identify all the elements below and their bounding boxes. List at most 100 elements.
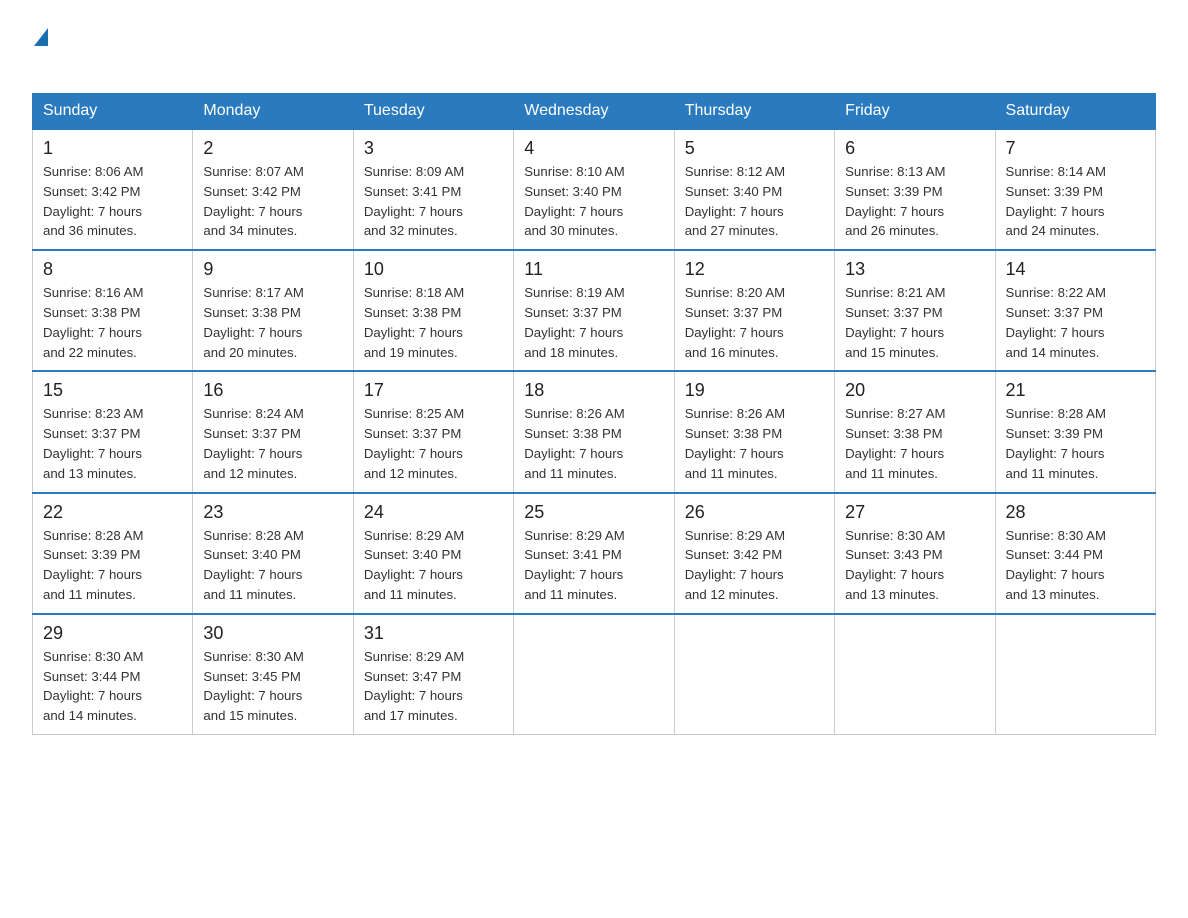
day-number: 12 [685, 259, 824, 280]
day-cell-27: 27 Sunrise: 8:30 AMSunset: 3:43 PMDayligh… [835, 493, 995, 614]
daylight-text-1: Daylight: 7 hours [364, 686, 503, 706]
sunrise-text: Sunrise: 8:12 AM [685, 162, 824, 182]
day-info: Sunrise: 8:23 AMSunset: 3:37 PMDaylight:… [43, 404, 182, 483]
col-header-wednesday: Wednesday [514, 94, 674, 130]
daylight-text-1: Daylight: 7 hours [364, 444, 503, 464]
day-number: 2 [203, 138, 342, 159]
daylight-text-1: Daylight: 7 hours [685, 565, 824, 585]
sunrise-text: Sunrise: 8:20 AM [685, 283, 824, 303]
daylight-text-1: Daylight: 7 hours [1006, 202, 1145, 222]
logo-triangle-icon [34, 28, 48, 51]
day-cell-16: 16Sunrise: 8:24 AMSunset: 3:37 PMDayligh… [193, 371, 353, 492]
day-info: Sunrise: 8:10 AMSunset: 3:40 PMDaylight:… [524, 162, 663, 241]
daylight-text-2: and 12 minutes. [203, 464, 342, 484]
day-number: 16 [203, 380, 342, 401]
day-number: 29 [43, 623, 182, 644]
day-cell-7: 7 Sunrise: 8:14 AMSunset: 3:39 PMDaylight… [995, 129, 1155, 250]
daylight-text-2: and 19 minutes. [364, 343, 503, 363]
day-cell-29: 29 Sunrise: 8:30 AMSunset: 3:44 PMDayligh… [33, 614, 193, 735]
day-cell-18: 18Sunrise: 8:26 AMSunset: 3:38 PMDayligh… [514, 371, 674, 492]
day-cell-19: 19Sunrise: 8:26 AMSunset: 3:38 PMDayligh… [674, 371, 834, 492]
day-cell-12: 12 Sunrise: 8:20 AMSunset: 3:37 PMDayligh… [674, 250, 834, 371]
sunrise-text: Sunrise: 8:07 AM [203, 162, 342, 182]
day-info: Sunrise: 8:30 AMSunset: 3:44 PMDaylight:… [43, 647, 182, 726]
sunset-text: Sunset: 3:42 PM [685, 545, 824, 565]
day-number: 8 [43, 259, 182, 280]
day-cell-31: 31Sunrise: 8:29 AMSunset: 3:47 PMDayligh… [353, 614, 513, 735]
day-info: Sunrise: 8:13 AMSunset: 3:39 PMDaylight:… [845, 162, 984, 241]
sunset-text: Sunset: 3:37 PM [685, 303, 824, 323]
sunset-text: Sunset: 3:39 PM [43, 545, 182, 565]
empty-cell [674, 614, 834, 735]
week-row-4: 22Sunrise: 8:28 AMSunset: 3:39 PMDayligh… [33, 493, 1156, 614]
daylight-text-1: Daylight: 7 hours [845, 444, 984, 464]
day-number: 10 [364, 259, 503, 280]
sunrise-text: Sunrise: 8:22 AM [1006, 283, 1145, 303]
day-number: 9 [203, 259, 342, 280]
daylight-text-1: Daylight: 7 hours [43, 323, 182, 343]
day-cell-13: 13Sunrise: 8:21 AMSunset: 3:37 PMDayligh… [835, 250, 995, 371]
day-cell-4: 4Sunrise: 8:10 AMSunset: 3:40 PMDaylight… [514, 129, 674, 250]
col-header-tuesday: Tuesday [353, 94, 513, 130]
empty-cell [514, 614, 674, 735]
day-cell-2: 2 Sunrise: 8:07 AMSunset: 3:42 PMDaylight… [193, 129, 353, 250]
day-info: Sunrise: 8:29 AMSunset: 3:41 PMDaylight:… [524, 526, 663, 605]
sunrise-text: Sunrise: 8:10 AM [524, 162, 663, 182]
day-cell-30: 30Sunrise: 8:30 AMSunset: 3:45 PMDayligh… [193, 614, 353, 735]
day-cell-5: 5Sunrise: 8:12 AMSunset: 3:40 PMDaylight… [674, 129, 834, 250]
daylight-text-1: Daylight: 7 hours [203, 323, 342, 343]
empty-cell [995, 614, 1155, 735]
day-number: 13 [845, 259, 984, 280]
week-row-1: 1Sunrise: 8:06 AMSunset: 3:42 PMDaylight… [33, 129, 1156, 250]
daylight-text-2: and 32 minutes. [364, 221, 503, 241]
sunrise-text: Sunrise: 8:13 AM [845, 162, 984, 182]
day-info: Sunrise: 8:26 AMSunset: 3:38 PMDaylight:… [685, 404, 824, 483]
day-info: Sunrise: 8:16 AMSunset: 3:38 PMDaylight:… [43, 283, 182, 362]
day-info: Sunrise: 8:07 AMSunset: 3:42 PMDaylight:… [203, 162, 342, 241]
day-number: 3 [364, 138, 503, 159]
daylight-text-2: and 18 minutes. [524, 343, 663, 363]
day-info: Sunrise: 8:14 AMSunset: 3:39 PMDaylight:… [1006, 162, 1145, 241]
day-info: Sunrise: 8:17 AMSunset: 3:38 PMDaylight:… [203, 283, 342, 362]
day-cell-20: 20Sunrise: 8:27 AMSunset: 3:38 PMDayligh… [835, 371, 995, 492]
day-number: 21 [1006, 380, 1145, 401]
daylight-text-1: Daylight: 7 hours [364, 323, 503, 343]
day-cell-15: 15Sunrise: 8:23 AMSunset: 3:37 PMDayligh… [33, 371, 193, 492]
daylight-text-1: Daylight: 7 hours [524, 565, 663, 585]
sunset-text: Sunset: 3:40 PM [203, 545, 342, 565]
day-cell-21: 21Sunrise: 8:28 AMSunset: 3:39 PMDayligh… [995, 371, 1155, 492]
daylight-text-1: Daylight: 7 hours [203, 686, 342, 706]
daylight-text-2: and 17 minutes. [364, 706, 503, 726]
daylight-text-2: and 12 minutes. [685, 585, 824, 605]
sunset-text: Sunset: 3:42 PM [43, 182, 182, 202]
sunset-text: Sunset: 3:37 PM [364, 424, 503, 444]
sunrise-text: Sunrise: 8:30 AM [1006, 526, 1145, 546]
day-info: Sunrise: 8:26 AMSunset: 3:38 PMDaylight:… [524, 404, 663, 483]
sunset-text: Sunset: 3:40 PM [524, 182, 663, 202]
daylight-text-1: Daylight: 7 hours [43, 686, 182, 706]
sunrise-text: Sunrise: 8:28 AM [1006, 404, 1145, 424]
day-number: 7 [1006, 138, 1145, 159]
sunset-text: Sunset: 3:37 PM [203, 424, 342, 444]
daylight-text-2: and 26 minutes. [845, 221, 984, 241]
daylight-text-1: Daylight: 7 hours [1006, 565, 1145, 585]
daylight-text-2: and 36 minutes. [43, 221, 182, 241]
day-cell-10: 10Sunrise: 8:18 AMSunset: 3:38 PMDayligh… [353, 250, 513, 371]
day-info: Sunrise: 8:06 AMSunset: 3:42 PMDaylight:… [43, 162, 182, 241]
daylight-text-1: Daylight: 7 hours [845, 565, 984, 585]
sunrise-text: Sunrise: 8:09 AM [364, 162, 503, 182]
day-number: 27 [845, 502, 984, 523]
day-number: 6 [845, 138, 984, 159]
day-cell-6: 6 Sunrise: 8:13 AMSunset: 3:39 PMDaylight… [835, 129, 995, 250]
day-info: Sunrise: 8:30 AMSunset: 3:44 PMDaylight:… [1006, 526, 1145, 605]
day-cell-11: 11Sunrise: 8:19 AMSunset: 3:37 PMDayligh… [514, 250, 674, 371]
day-info: Sunrise: 8:20 AMSunset: 3:37 PMDaylight:… [685, 283, 824, 362]
daylight-text-2: and 30 minutes. [524, 221, 663, 241]
day-info: Sunrise: 8:25 AMSunset: 3:37 PMDaylight:… [364, 404, 503, 483]
sunrise-text: Sunrise: 8:23 AM [43, 404, 182, 424]
day-info: Sunrise: 8:30 AMSunset: 3:43 PMDaylight:… [845, 526, 984, 605]
daylight-text-1: Daylight: 7 hours [43, 444, 182, 464]
sunset-text: Sunset: 3:38 PM [203, 303, 342, 323]
daylight-text-1: Daylight: 7 hours [203, 444, 342, 464]
day-number: 25 [524, 502, 663, 523]
